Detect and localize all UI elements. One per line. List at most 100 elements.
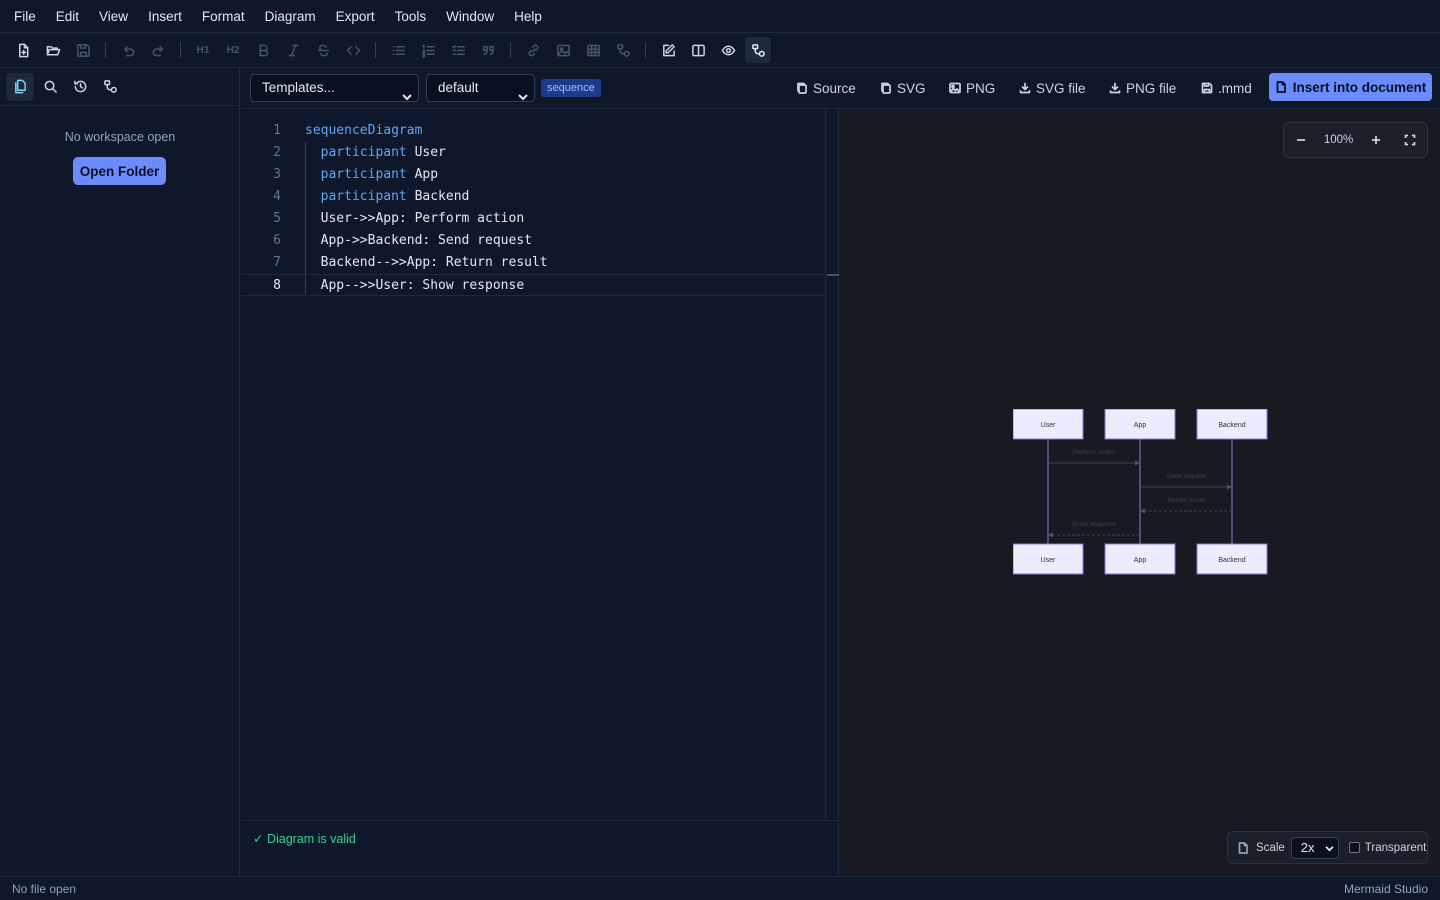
history-icon[interactable] xyxy=(66,73,94,101)
chevron-down-icon xyxy=(518,84,528,101)
copy-icon xyxy=(797,82,807,94)
download-svg-button[interactable]: SVG file xyxy=(1019,77,1086,99)
table-icon[interactable] xyxy=(580,37,606,63)
zoom-level: 100% xyxy=(1323,134,1354,146)
heading2-button[interactable]: H2 xyxy=(220,37,246,63)
diagrams-icon[interactable] xyxy=(96,73,124,101)
italic-icon[interactable] xyxy=(280,37,306,63)
no-workspace-text: No workspace open xyxy=(64,130,176,144)
undo-icon[interactable] xyxy=(115,37,141,63)
scale-select[interactable]: 2x xyxy=(1290,836,1339,859)
open-folder-button[interactable]: Open Folder xyxy=(73,157,166,185)
participant-label: Backend xyxy=(1218,422,1245,429)
zoom-out-icon[interactable] xyxy=(1290,129,1312,151)
participant-label: User xyxy=(1041,422,1056,429)
quote-icon[interactable] xyxy=(475,37,501,63)
toolbar-divider xyxy=(375,42,376,58)
toolbar-divider xyxy=(105,42,106,58)
validation-panel: ✓ Diagram is valid xyxy=(241,820,839,876)
toolbar-divider xyxy=(645,42,646,58)
message-label: Send request xyxy=(1167,473,1206,480)
preview-eye-icon[interactable] xyxy=(715,37,741,63)
bullet-list-icon[interactable] xyxy=(385,37,411,63)
editor-scrollbar[interactable] xyxy=(825,109,826,820)
numbered-list-icon[interactable] xyxy=(415,37,441,63)
participant-label: User xyxy=(1041,557,1056,564)
transparent-checkbox[interactable] xyxy=(1348,842,1360,853)
download-icon xyxy=(1109,82,1121,94)
copy-svg-button[interactable]: SVG xyxy=(880,77,926,99)
sequence-diagram-svg: User User App App Backend Backend Perform acti… xyxy=(1012,408,1268,575)
transparent-label: Transparent xyxy=(1364,841,1427,854)
code-line: 2 participant User xyxy=(273,145,446,160)
code-icon[interactable] xyxy=(340,37,366,63)
diagram-preview[interactable]: 100% User User App App Backend Backend Perform… xyxy=(841,109,1440,876)
zoom-in-icon[interactable] xyxy=(1365,129,1387,151)
chevron-down-icon xyxy=(1325,845,1334,851)
image-icon xyxy=(949,82,961,94)
participant-label: App xyxy=(1134,422,1147,429)
bold-icon[interactable] xyxy=(250,37,276,63)
format-toolbar: H1 H2 xyxy=(0,33,1440,68)
open-folder-icon[interactable] xyxy=(40,37,66,63)
menu-tools[interactable]: Tools xyxy=(385,0,437,33)
validation-status: ✓ Diagram is valid xyxy=(253,832,356,846)
sidebar: No workspace open Open Folder xyxy=(0,68,240,876)
edit-mode-icon[interactable] xyxy=(655,37,681,63)
task-list-icon[interactable] xyxy=(445,37,471,63)
chevron-down-icon xyxy=(402,84,412,101)
download-png-button[interactable]: PNG file xyxy=(1109,77,1176,99)
arrowhead xyxy=(1135,460,1140,466)
diagram-type-badge: sequence xyxy=(541,79,601,97)
participant-label: Backend xyxy=(1218,557,1245,564)
menu-bar: File Edit View Insert Format Diagram Exp… xyxy=(0,0,1440,33)
templates-select[interactable]: Templates... xyxy=(250,74,419,102)
status-bar: No file open Mermaid Studio xyxy=(0,876,1440,900)
heading1-button[interactable]: H1 xyxy=(190,37,216,63)
export-options: Scale 2x Transparent xyxy=(1227,831,1428,864)
file-status: No file open xyxy=(12,881,77,896)
message-label: Perform action xyxy=(1073,449,1116,456)
menu-edit[interactable]: Edit xyxy=(46,0,89,33)
split-view-icon[interactable] xyxy=(685,37,711,63)
search-icon[interactable] xyxy=(36,73,64,101)
fullscreen-icon[interactable] xyxy=(1399,129,1421,151)
diagram-icon[interactable] xyxy=(610,37,636,63)
menu-file[interactable]: File xyxy=(4,0,46,33)
link-icon[interactable] xyxy=(520,37,546,63)
mermaid-mode-icon[interactable] xyxy=(745,37,771,63)
code-line: 5 User->>App: Perform action xyxy=(273,211,525,226)
participant-label: App xyxy=(1134,557,1147,564)
menu-export[interactable]: Export xyxy=(326,0,385,33)
menu-window[interactable]: Window xyxy=(436,0,504,33)
code-editor[interactable]: 1 sequenceDiagram 2 participant User 3 pa… xyxy=(241,109,839,820)
export-file-icon xyxy=(1238,841,1248,854)
code-line: 1 sequenceDiagram xyxy=(273,123,423,138)
save-icon[interactable] xyxy=(70,37,96,63)
new-file-icon[interactable] xyxy=(10,37,36,63)
files-icon[interactable] xyxy=(6,72,34,101)
copy-source-button[interactable]: Source xyxy=(796,77,856,99)
zoom-controls: 100% xyxy=(1283,122,1428,158)
image-icon[interactable] xyxy=(550,37,576,63)
menu-help[interactable]: Help xyxy=(504,0,552,33)
app-name: Mermaid Studio xyxy=(1343,881,1428,896)
menu-view[interactable]: View xyxy=(89,0,138,33)
insert-into-document-button[interactable]: Insert into document xyxy=(1269,73,1432,101)
menu-insert[interactable]: Insert xyxy=(138,0,192,33)
save-icon xyxy=(1201,82,1213,94)
copy-png-button[interactable]: PNG xyxy=(949,77,995,99)
arrowhead xyxy=(1227,484,1232,490)
theme-select[interactable]: default xyxy=(426,74,535,102)
menu-diagram[interactable]: Diagram xyxy=(255,0,326,33)
code-line-current: 8 App-->>User: Show response xyxy=(241,274,825,296)
redo-icon[interactable] xyxy=(145,37,171,63)
save-mmd-button[interactable]: .mmd xyxy=(1201,77,1252,99)
strikethrough-icon[interactable] xyxy=(310,37,336,63)
scrollbar-cursor-marker xyxy=(827,274,839,276)
menu-format[interactable]: Format xyxy=(192,0,255,33)
message-label: Return result xyxy=(1167,497,1204,504)
editor-header: Templates... default sequence Source SVG… xyxy=(241,68,1440,109)
arrowhead xyxy=(1048,532,1053,538)
download-icon xyxy=(1019,82,1031,94)
